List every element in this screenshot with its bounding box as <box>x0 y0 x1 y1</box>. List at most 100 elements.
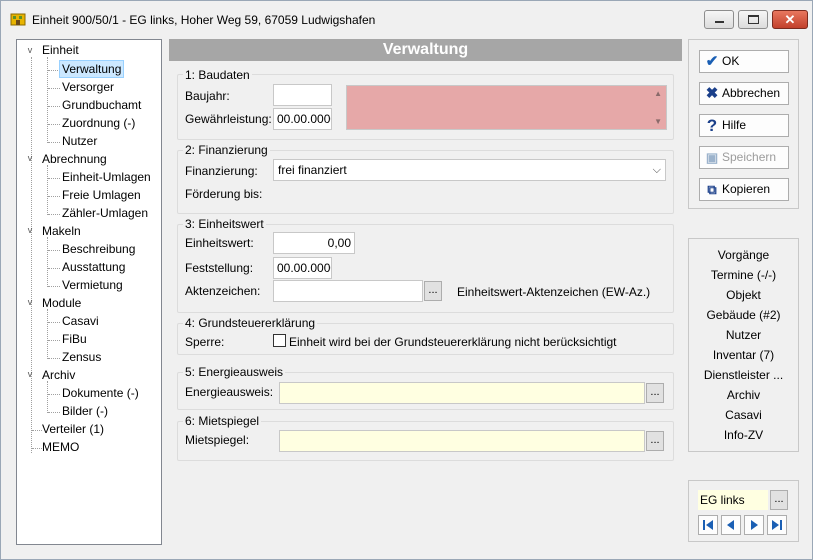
group-title-energieausweis: 5: Energieausweis <box>183 365 286 379</box>
sperre-checkbox-label[interactable]: Einheit wird bei der Grundsteuererklärun… <box>289 335 617 349</box>
gewaehrleistung-label: Gewährleistung: <box>185 112 272 126</box>
link-archiv[interactable]: Archiv <box>689 385 798 405</box>
energieausweis-input[interactable] <box>279 382 645 404</box>
tree-item-freie-umlagen[interactable]: Freie Umlagen <box>62 186 141 204</box>
record-browse-button[interactable]: ... <box>770 490 788 510</box>
sperre-checkbox[interactable] <box>273 334 286 347</box>
tree-connector <box>48 196 60 197</box>
tree-item-abrechnung[interactable]: Abrechnung <box>42 150 107 168</box>
feststellung-label: Feststellung: <box>185 261 254 275</box>
title-bar: Einheit 900/50/1 - EG links, Hoher Weg 5… <box>1 1 812 35</box>
tree-item-verteiler[interactable]: Verteiler (1) <box>42 420 104 438</box>
group-title-finanzierung: 2: Finanzierung <box>183 143 270 157</box>
energieausweis-browse-button[interactable]: ... <box>646 383 664 403</box>
tree-item-zuordnung[interactable]: Zuordnung (-) <box>62 114 135 132</box>
expand-toggle-icon[interactable]: v <box>25 153 35 163</box>
aktenzeichen-browse-button[interactable]: ... <box>424 281 442 301</box>
link-dienstleister[interactable]: Dienstleister ... <box>689 365 798 385</box>
tree-item-einheit[interactable]: Einheit <box>42 41 79 59</box>
tree-connector <box>48 340 60 341</box>
record-name-field[interactable]: EG links <box>698 490 768 510</box>
navigation-tree: v Einheit Verwaltung Versorger Grundbuch… <box>16 39 162 545</box>
tree-item-bilder[interactable]: Bilder (-) <box>62 402 108 420</box>
tree-item-zaehler-umlagen[interactable]: Zähler-Umlagen <box>62 204 148 222</box>
copy-icon: ⧉ <box>707 182 717 197</box>
hilfe-button[interactable]: ? Hilfe <box>699 114 789 137</box>
minimize-button[interactable] <box>704 10 734 29</box>
tree-connector <box>48 286 60 287</box>
aktenzeichen-input[interactable] <box>273 280 423 302</box>
expand-toggle-icon[interactable]: v <box>25 297 35 307</box>
tree-connector <box>48 88 60 89</box>
help-icon: ? <box>706 116 718 135</box>
maximize-icon <box>748 15 759 24</box>
link-inventar[interactable]: Inventar (7) <box>689 345 798 365</box>
tree-connector <box>48 412 60 413</box>
tree-item-zensus[interactable]: Zensus <box>62 348 101 366</box>
ok-label: OK <box>722 54 740 68</box>
main-window: Einheit 900/50/1 - EG links, Hoher Weg 5… <box>0 0 813 560</box>
last-record-button[interactable] <box>767 515 787 535</box>
tree-item-nutzer[interactable]: Nutzer <box>62 132 97 150</box>
einheitswert-input[interactable]: 0,00 <box>273 232 355 254</box>
link-info-zv[interactable]: Info-ZV <box>689 425 798 445</box>
mietspiegel-browse-button[interactable]: ... <box>646 431 664 451</box>
first-icon <box>703 520 713 530</box>
abbrechen-button[interactable]: ✖ Abbrechen <box>699 82 789 105</box>
tree-item-einheit-umlagen[interactable]: Einheit-Umlagen <box>62 168 151 186</box>
window-title: Einheit 900/50/1 - EG links, Hoher Weg 5… <box>32 13 376 27</box>
ok-button[interactable]: ✔ OK <box>699 50 789 73</box>
gewaehrleistung-input[interactable]: 00.00.0000 <box>273 108 332 130</box>
tree-item-dokumente[interactable]: Dokumente (-) <box>62 384 139 402</box>
first-record-button[interactable] <box>698 515 718 535</box>
group-title-baudaten: 1: Baudaten <box>183 68 252 82</box>
tree-item-memo[interactable]: MEMO <box>42 438 79 456</box>
previous-record-button[interactable] <box>721 515 741 535</box>
group-title-grundsteuer: 4: Grundsteuererklärung <box>183 316 318 330</box>
kopieren-button[interactable]: ⧉ Kopieren <box>699 178 789 201</box>
notes-textarea[interactable]: ▲ ▼ <box>346 85 667 130</box>
tree-connector <box>48 214 60 215</box>
speichern-button[interactable]: ▣ Speichern <box>699 146 789 169</box>
link-gebaeude[interactable]: Gebäude (#2) <box>689 305 798 325</box>
scroll-up-icon[interactable]: ▲ <box>654 89 662 98</box>
related-links-panel: Vorgänge Termine (-/-) Objekt Gebäude (#… <box>688 238 799 452</box>
link-casavi[interactable]: Casavi <box>689 405 798 425</box>
tree-item-grundbuchamt[interactable]: Grundbuchamt <box>62 96 141 114</box>
expand-toggle-icon[interactable]: v <box>25 45 35 55</box>
app-icon <box>10 13 26 26</box>
close-button[interactable]: ✕ <box>772 10 808 29</box>
link-termine[interactable]: Termine (-/-) <box>689 265 798 285</box>
tree-item-archiv[interactable]: Archiv <box>42 366 75 384</box>
hilfe-label: Hilfe <box>722 118 747 132</box>
mietspiegel-input[interactable] <box>279 430 645 452</box>
tree-item-ausstattung[interactable]: Ausstattung <box>62 258 125 276</box>
expand-toggle-icon[interactable]: v <box>25 369 35 379</box>
tree-item-versorger[interactable]: Versorger <box>62 78 114 96</box>
feststellung-input[interactable]: 00.00.0000 <box>273 257 332 279</box>
tree-item-makeln[interactable]: Makeln <box>42 222 81 240</box>
link-nutzer[interactable]: Nutzer <box>689 325 798 345</box>
expand-toggle-icon[interactable]: v <box>25 225 35 235</box>
tree-item-fibu[interactable]: FiBu <box>62 330 87 348</box>
link-objekt[interactable]: Objekt <box>689 285 798 305</box>
maximize-button[interactable] <box>738 10 768 29</box>
record-navigator: EG links ... <box>688 480 799 542</box>
tree-item-vermietung[interactable]: Vermietung <box>62 276 123 294</box>
baujahr-input[interactable] <box>273 84 332 106</box>
tree-item-module[interactable]: Module <box>42 294 81 312</box>
aktenzeichen-label: Aktenzeichen: <box>185 284 261 298</box>
checkmark-icon: ✔ <box>705 53 719 70</box>
baujahr-label: Baujahr: <box>185 89 230 103</box>
tree-item-verwaltung[interactable]: Verwaltung <box>59 60 125 78</box>
link-vorgaenge[interactable]: Vorgänge <box>689 245 798 265</box>
tree-item-beschreibung[interactable]: Beschreibung <box>62 240 135 258</box>
tree-connector <box>47 381 48 413</box>
scroll-down-icon[interactable]: ▼ <box>654 117 662 126</box>
next-record-button[interactable] <box>744 515 764 535</box>
close-icon: ✕ <box>784 12 796 27</box>
next-icon <box>751 520 758 530</box>
tree-item-casavi[interactable]: Casavi <box>62 312 99 330</box>
abbrechen-label: Abbrechen <box>722 86 781 100</box>
finanzierung-select[interactable]: frei finanziert ⌵ <box>273 159 666 181</box>
